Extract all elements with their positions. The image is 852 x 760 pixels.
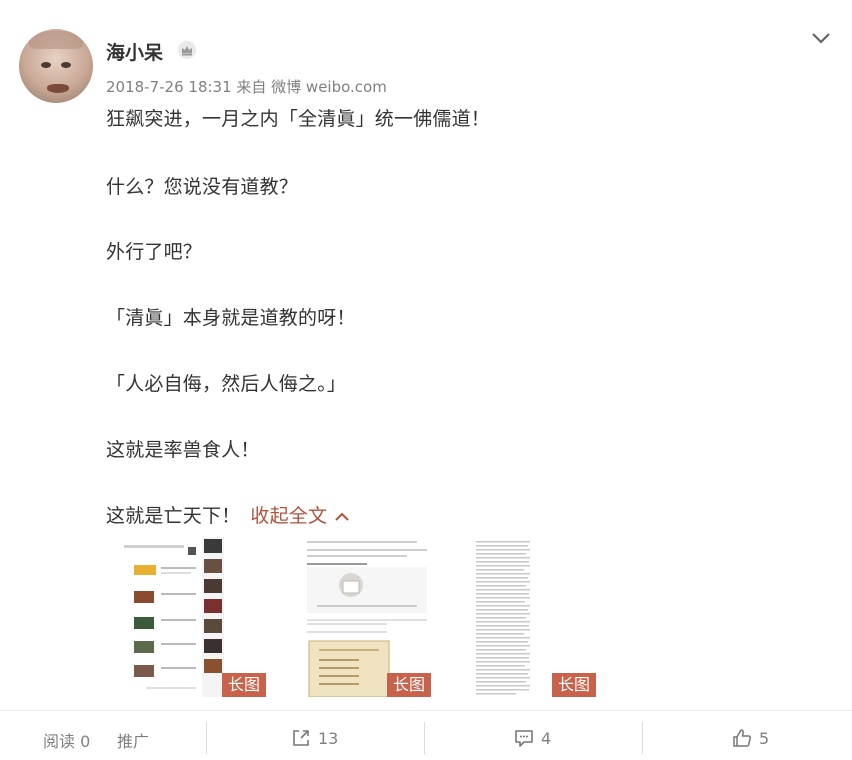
footer-separator bbox=[206, 722, 207, 754]
avatar-eye-right bbox=[61, 62, 71, 68]
comment-button[interactable]: 4 bbox=[513, 727, 551, 749]
share-icon bbox=[293, 730, 309, 746]
post-paragraph: 外行了吧？ bbox=[106, 241, 203, 263]
username[interactable]: 海小呆 bbox=[106, 38, 163, 65]
avatar-hair bbox=[29, 31, 83, 49]
footer-divider bbox=[0, 710, 852, 711]
post-meta: 2018-7-26 18:31 来自 微博 weibo.com bbox=[106, 78, 387, 96]
post-paragraph: 「人必自侮，然后人侮之。」 bbox=[106, 373, 347, 395]
collapse-text-link[interactable]: 收起全文 bbox=[250, 505, 351, 527]
post-paragraph: 「清眞」本身就是道教的呀！ bbox=[106, 307, 356, 329]
long-image-badge: 长图 bbox=[387, 673, 431, 697]
promote-button[interactable]: 推广 bbox=[117, 728, 149, 752]
collapse-label: 收起全文 bbox=[250, 505, 328, 527]
long-image-badge: 长图 bbox=[222, 673, 266, 697]
post-paragraph: 这就是率兽食人！ bbox=[106, 439, 260, 461]
crown-icon bbox=[178, 41, 196, 59]
chevron-up-icon bbox=[335, 512, 349, 521]
like-count: 5 bbox=[759, 728, 770, 748]
post-last-line: 这就是亡天下！ 收起全文 bbox=[106, 501, 351, 528]
chevron-down-icon[interactable] bbox=[809, 28, 833, 48]
read-count: 阅读 0 bbox=[43, 732, 91, 751]
footer-separator bbox=[642, 722, 643, 754]
comment-icon bbox=[515, 730, 533, 747]
thumbs-up-icon bbox=[733, 729, 752, 747]
post-paragraph: 什么？您说没有道教？ bbox=[106, 176, 299, 198]
long-image-badge: 长图 bbox=[552, 673, 596, 697]
avatar-mouth bbox=[47, 84, 69, 93]
image-thumbnail-1[interactable]: 长图 bbox=[106, 537, 266, 697]
avatar[interactable] bbox=[19, 29, 93, 103]
comment-count: 4 bbox=[541, 728, 552, 748]
share-button[interactable]: 13 bbox=[290, 727, 338, 749]
like-button[interactable]: 5 bbox=[731, 727, 769, 749]
avatar-eye-left bbox=[41, 62, 51, 68]
image-thumbnail-3[interactable]: 长图 bbox=[474, 537, 596, 697]
share-count: 13 bbox=[318, 728, 339, 748]
footer-separator bbox=[424, 722, 425, 754]
post-paragraph: 这就是亡天下！ bbox=[106, 505, 241, 527]
image-thumbnail-2[interactable]: 长图 bbox=[303, 537, 431, 697]
promote-label: 推广 bbox=[117, 732, 150, 751]
post-paragraph: 狂飙突进，一月之内「全清眞」统一佛儒道！ bbox=[106, 108, 491, 130]
